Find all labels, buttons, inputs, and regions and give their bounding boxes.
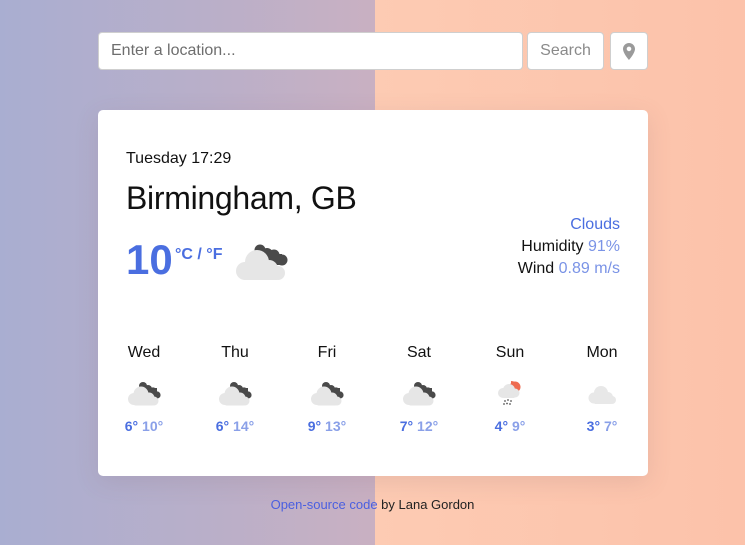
current-conditions: Clouds Humidity 91% Wind 0.89 m/s [518,214,620,280]
rain-sun-icon [498,381,521,405]
cloud-icon [588,386,616,404]
city-name: Birmingham, GB [126,180,357,216]
broken-clouds-icon [128,382,161,406]
forecast-temps: 7° 12° [379,418,459,434]
search-input[interactable] [98,32,523,70]
forecast-day-name: Wed [127,344,161,361]
forecast-day: Wed 6° 10° [104,344,184,434]
footer-author: by Lana Gordon [377,497,475,512]
humidity-value: 91% [587,238,620,255]
unit-celsius-link[interactable]: °C [175,246,193,263]
forecast-temps: 4° 9° [470,418,550,434]
forecast-day-name: Mon [586,344,618,361]
forecast-day: Sun 4° 9° [470,344,550,434]
footer: Open-source code by Lana Gordon [0,497,745,512]
location-button[interactable] [610,32,648,70]
search-bar: Search [98,32,648,70]
forecast-min: 6° [124,418,139,434]
forecast-temps: 6° 14° [195,418,275,434]
forecast-max: 12° [417,418,439,434]
weather-card: Tuesday 17:29 Birmingham, GB 10 °C / °F … [98,110,648,476]
forecast-day: Thu 6° 14° [195,344,275,434]
forecast-day: Mon 3° 7° [562,344,642,434]
current-temperature: 10 [126,236,173,283]
current-datetime: Tuesday 17:29 [126,150,232,167]
source-code-link[interactable]: Open-source code [271,497,378,512]
unit-separator: / [192,246,207,263]
forecast-day: Sat 7° 12° [379,344,459,434]
forecast-max: 7° [603,418,618,434]
forecast-min: 3° [586,418,601,434]
search-button[interactable]: Search [527,32,604,70]
humidity-label: Humidity [521,238,584,255]
forecast-day-name: Sun [495,344,525,361]
forecast-max: 14° [233,418,255,434]
forecast-min: 6° [215,418,230,434]
broken-clouds-icon [236,244,288,280]
forecast-max: 9° [511,418,526,434]
map-pin-icon [623,42,635,60]
wind-value: 0.89 m/s [558,260,620,277]
forecast-temps: 6° 10° [104,418,184,434]
unit-toggle: °C / °F [175,246,222,264]
forecast-min: 9° [307,418,322,434]
forecast: Wed 6° 10° Thu 6° 14° Fri 9° 13° Sat 7° … [98,344,648,454]
forecast-max: 13° [325,418,347,434]
broken-clouds-icon [403,382,436,406]
forecast-min: 7° [399,418,414,434]
forecast-temps: 3° 7° [562,418,642,434]
unit-fahrenheit-link[interactable]: °F [206,246,222,263]
wind-label: Wind [517,260,555,277]
forecast-day: Fri 9° 13° [287,344,367,434]
broken-clouds-icon [311,382,344,406]
forecast-day-name: Sat [406,344,431,361]
forecast-day-name: Thu [221,344,249,361]
forecast-day-name: Fri [317,344,337,361]
wind-row: Wind 0.89 m/s [518,258,620,280]
broken-clouds-icon [219,382,252,406]
forecast-max: 10° [142,418,164,434]
forecast-min: 4° [494,418,509,434]
weather-description: Clouds [570,216,620,233]
forecast-temps: 9° 13° [287,418,367,434]
humidity-row: Humidity 91% [518,236,620,258]
